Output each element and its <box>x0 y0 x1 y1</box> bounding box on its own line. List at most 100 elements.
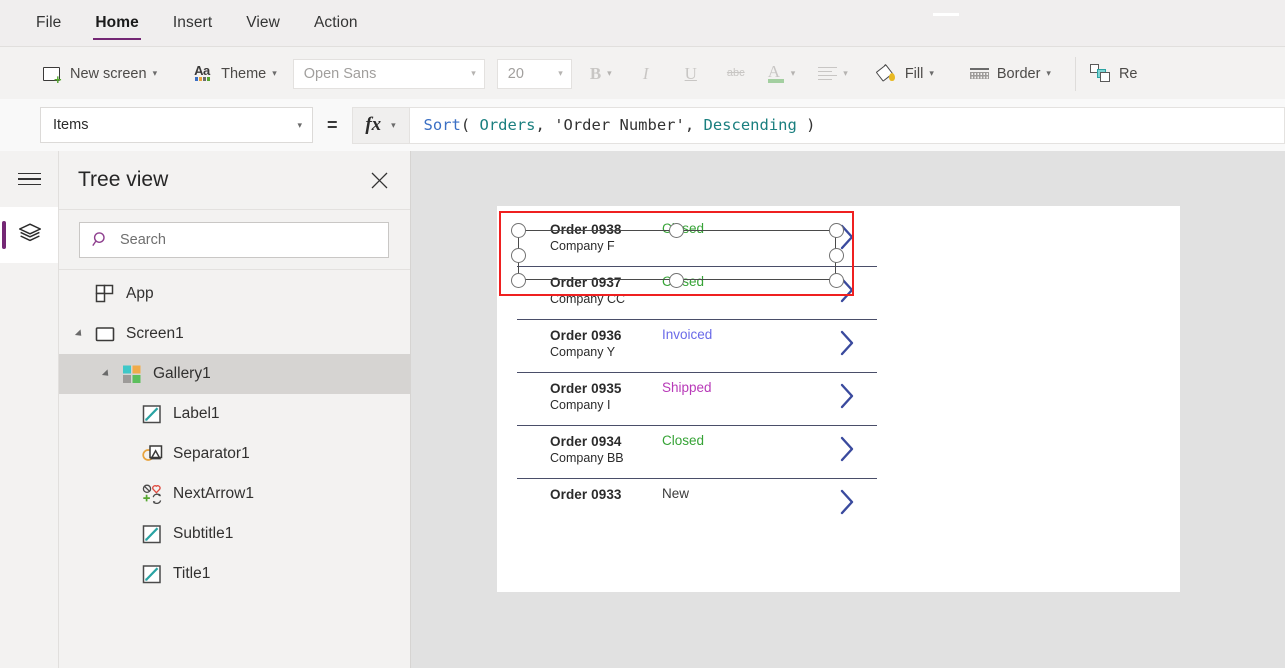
title-bar-artifact <box>933 13 959 16</box>
font-size-select[interactable]: 20 ▾ <box>496 58 572 89</box>
fx-button[interactable]: fx ▾ <box>351 106 410 144</box>
fill-label: Fill <box>904 65 924 82</box>
gallery-row-subtitle: Company F <box>550 239 615 253</box>
italic-icon: I <box>642 64 649 83</box>
chevron-down-icon: ▾ <box>1046 68 1051 78</box>
chevron-down-icon: ▾ <box>152 68 158 78</box>
menu-bar: File Home Insert View Action <box>0 6 390 46</box>
gallery-row-title: Order 0934 <box>550 434 622 449</box>
formula-token: ( <box>460 116 480 134</box>
next-arrow-icon[interactable] <box>839 224 855 250</box>
next-arrow-icon[interactable] <box>839 330 855 356</box>
gallery-control[interactable]: Order 0938 Company F Closed Order 0937 Compa… <box>517 214 877 518</box>
gallery-row-title: Order 0936 <box>550 328 622 343</box>
chevron-down-icon: ▾ <box>471 68 476 78</box>
tree-node-app[interactable]: App <box>59 274 410 314</box>
formula-bar: Items ▾ = fx ▾ Sort( Orders, 'Order Numb… <box>0 99 1285 152</box>
theme-button[interactable]: Aa Theme ▾ <box>187 58 283 90</box>
chevron-down-icon: ▾ <box>929 68 934 78</box>
caret-down-icon[interactable] <box>74 329 85 339</box>
menu-item-view[interactable]: View <box>244 10 282 42</box>
tree-node-separator1[interactable]: Separator1 <box>59 434 410 474</box>
italic-button[interactable]: I <box>633 58 659 90</box>
underline-icon: U <box>684 64 697 83</box>
menu-item-home[interactable]: Home <box>93 10 142 42</box>
font-size-value: 20 <box>507 65 524 82</box>
property-select[interactable]: Items ▾ <box>40 107 313 143</box>
tree-node-label: Title1 <box>173 565 211 582</box>
gallery-row[interactable]: Order 0933 New <box>517 479 877 518</box>
next-arrow-icon <box>142 484 162 504</box>
tree-node-label: Gallery1 <box>153 365 211 382</box>
formula-token: Sort <box>423 116 461 134</box>
gallery-row-subtitle: Company Y <box>550 345 616 359</box>
new-screen-button[interactable]: + New screen ▾ <box>36 58 163 90</box>
theme-icon: Aa <box>193 63 213 84</box>
gallery-row[interactable]: Order 0936 Company Y Invoiced <box>517 320 877 373</box>
tree-node-title1[interactable]: Title1 <box>59 554 410 594</box>
formula-token: Orders <box>479 116 536 134</box>
tree-node-gallery1[interactable]: Gallery1 <box>59 354 410 394</box>
reorder-button[interactable]: Re <box>1084 58 1144 90</box>
formula-token: , <box>535 116 555 134</box>
chevron-down-icon: ▾ <box>272 68 277 78</box>
separator-icon <box>142 444 163 464</box>
bold-icon: B <box>589 64 602 83</box>
formula-token: ) <box>796 116 816 134</box>
border-button[interactable]: Border ▾ <box>964 58 1057 90</box>
gallery-row-title: Order 0933 <box>550 487 622 502</box>
tree-node-subtitle1[interactable]: Subtitle1 <box>59 514 410 554</box>
chevron-down-icon: ▾ <box>843 68 848 78</box>
status-badge: Invoiced <box>662 327 713 342</box>
next-arrow-icon[interactable] <box>839 383 855 409</box>
tree-node-label: NextArrow1 <box>173 485 254 502</box>
align-icon <box>818 66 838 81</box>
caret-down-icon[interactable] <box>101 369 112 379</box>
font-color-button[interactable]: A ▾ <box>767 58 795 90</box>
gallery-row[interactable]: Order 0934 Company BB Closed <box>517 426 877 479</box>
app-canvas: Order 0938 Company F Closed Order 0937 Compa… <box>411 151 1285 668</box>
new-screen-icon: + <box>42 64 62 86</box>
tree-node-nextarrow1[interactable]: NextArrow1 <box>59 474 410 514</box>
new-screen-label: New screen <box>70 65 147 82</box>
app-screen[interactable]: Order 0938 Company F Closed Order 0937 Compa… <box>497 206 1180 592</box>
tree-node-label: Subtitle1 <box>173 525 234 542</box>
layers-icon <box>18 222 42 248</box>
close-icon[interactable] <box>364 165 394 195</box>
power-apps-studio: File Home Insert View Action + New scree… <box>0 0 1285 668</box>
app-icon <box>95 284 115 304</box>
formula-token: , <box>684 116 704 134</box>
tree-node-label1[interactable]: Label1 <box>59 394 410 434</box>
strikethrough-button[interactable]: abc <box>723 58 749 90</box>
formula-token: Descending <box>703 116 797 134</box>
active-indicator <box>2 221 6 249</box>
next-arrow-icon[interactable] <box>839 277 855 303</box>
theme-label: Theme <box>221 65 267 82</box>
menu-item-file[interactable]: File <box>34 10 63 42</box>
menu-item-insert[interactable]: Insert <box>171 10 214 42</box>
chevron-down-icon: ▾ <box>297 119 302 130</box>
ribbon-divider <box>1074 56 1076 91</box>
gallery-row[interactable]: Order 0935 Company I Shipped <box>517 373 877 426</box>
underline-button[interactable]: U <box>678 58 704 90</box>
rail-item-tree-view[interactable] <box>0 207 59 263</box>
status-badge: Closed <box>662 221 705 236</box>
fill-icon <box>875 63 897 84</box>
fill-button[interactable]: Fill ▾ <box>871 58 940 90</box>
tree-view-panel: Tree view Search App Screen1 Gallery1 Label… <box>59 151 411 668</box>
gallery-row[interactable]: Order 0937 Company CC Closed <box>517 267 877 320</box>
font-family-select[interactable]: Open Sans ▾ <box>292 58 485 89</box>
border-label: Border <box>996 65 1041 82</box>
next-arrow-icon[interactable] <box>839 489 855 515</box>
align-button[interactable]: ▾ <box>818 58 848 90</box>
bold-button[interactable]: B ▾ <box>588 58 614 90</box>
formula-token: 'Order Number' <box>554 116 685 134</box>
gallery-row[interactable]: Order 0938 Company F Closed <box>517 214 877 267</box>
tree-node-screen1[interactable]: Screen1 <box>59 314 410 354</box>
label-icon <box>142 524 162 544</box>
next-arrow-icon[interactable] <box>839 436 855 462</box>
menu-item-action[interactable]: Action <box>312 10 360 42</box>
formula-input[interactable]: Sort( Orders, 'Order Number', Descending… <box>409 106 1285 144</box>
hamburger-button[interactable] <box>0 151 59 207</box>
search-input[interactable]: Search <box>79 221 389 258</box>
